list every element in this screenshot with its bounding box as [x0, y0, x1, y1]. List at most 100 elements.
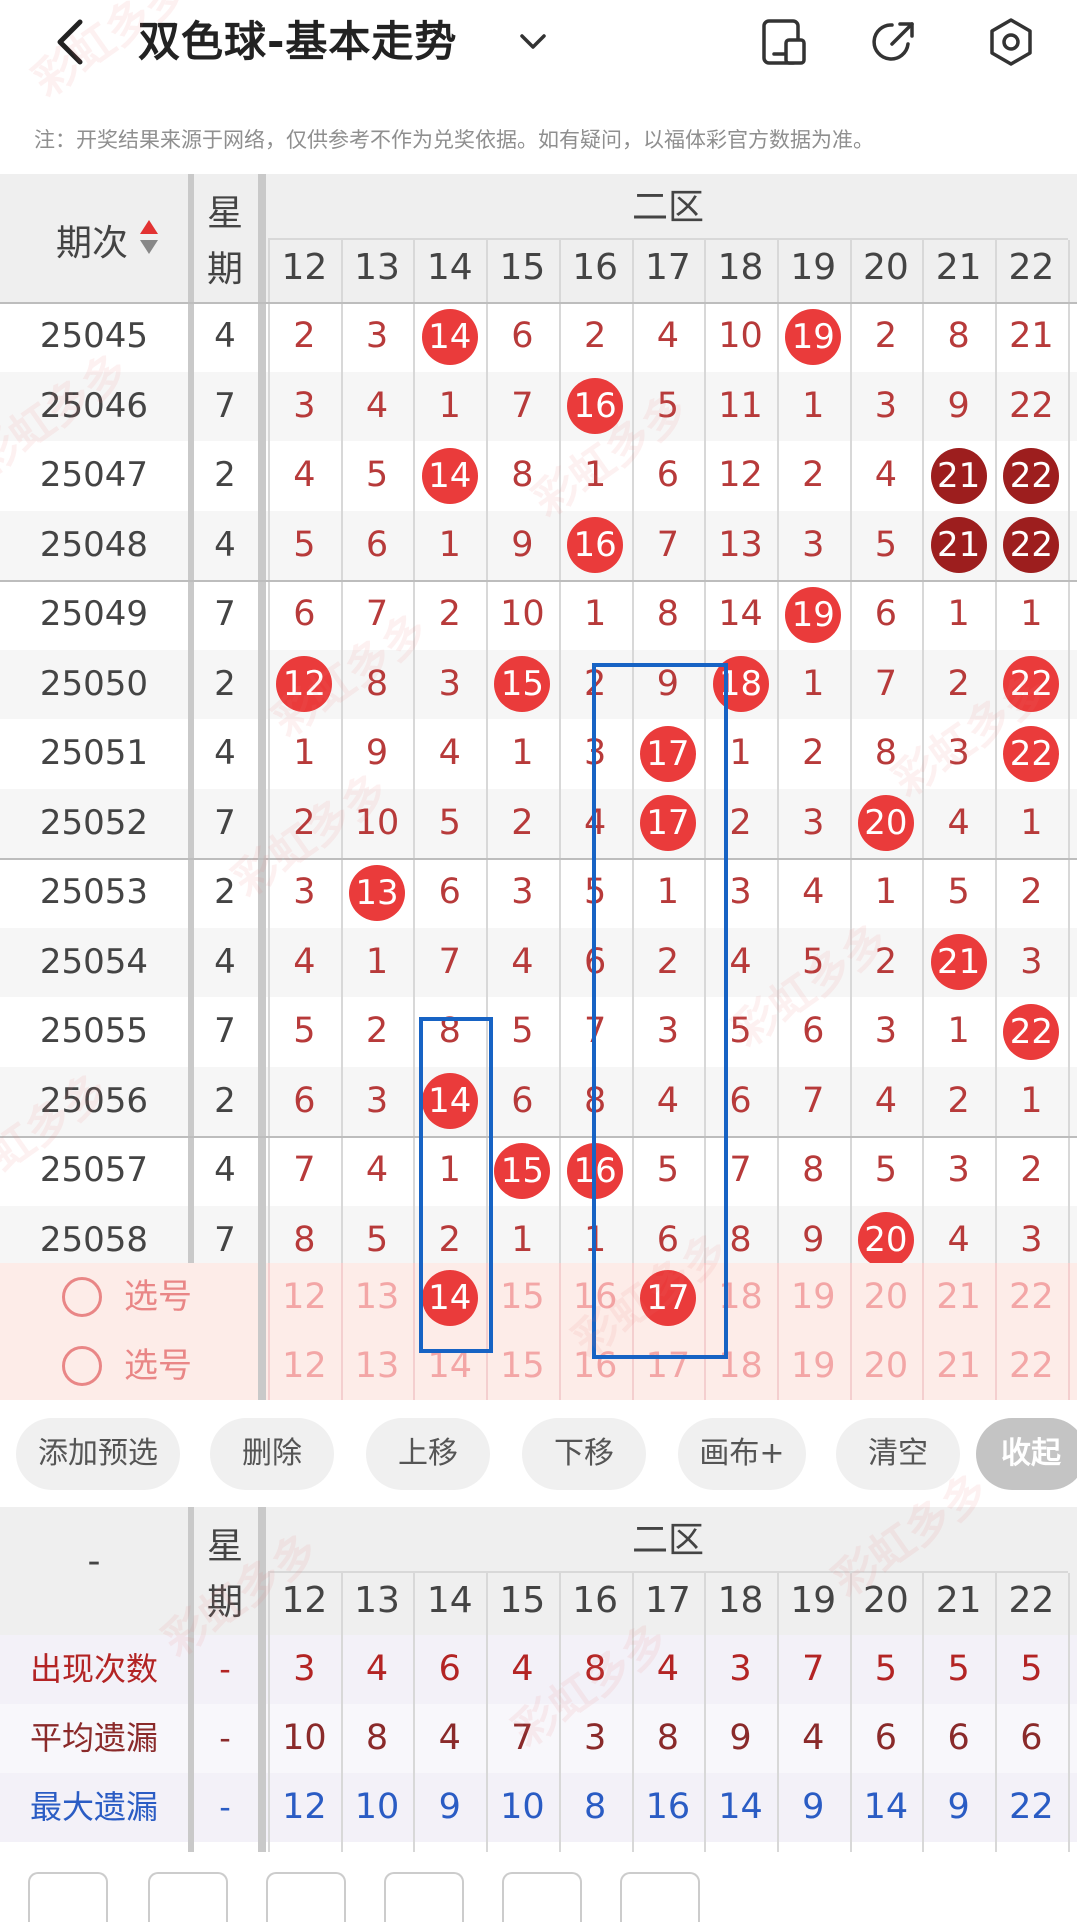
stats-cell: 4 — [802, 1718, 825, 1758]
omission-cell: 1 — [511, 733, 534, 773]
omission-cell: 1 — [293, 733, 316, 773]
omission-cell: 8 — [802, 1150, 825, 1190]
column-header-period[interactable]: 期次 — [0, 174, 188, 302]
stats-cell: 9 — [802, 1787, 825, 1827]
stats-cell: 5 — [874, 1649, 898, 1689]
stats-week-divider — [258, 1507, 266, 1852]
picker-number[interactable]: 21 — [922, 1332, 995, 1401]
omission-cell: 1 — [874, 872, 898, 912]
omission-cell: 21 — [1009, 316, 1054, 356]
toolbar-button-3[interactable]: 下移 — [522, 1418, 646, 1490]
mobile-view-icon[interactable] — [758, 16, 810, 68]
picker-divider — [340, 1263, 343, 1401]
omission-cell: 6 — [511, 1080, 534, 1121]
number-picker: 选号 12 13 14 15 16 17 18 19 20 21 22 选号 12 13 14 15 16 17 18… — [0, 1263, 1077, 1401]
omission-cell: 5 — [874, 524, 898, 565]
picker-radio-icon[interactable] — [62, 1346, 102, 1386]
picker-number[interactable]: 13 — [341, 1332, 414, 1401]
picker-number[interactable]: 22 — [995, 1332, 1068, 1401]
stats-week-top: 星 — [206, 1526, 243, 1567]
selection-box-col-14[interactable] — [419, 1017, 493, 1353]
week-cell: 4 — [214, 733, 236, 773]
picker-label[interactable]: 选号 — [124, 1332, 192, 1401]
selection-box-col-16-18[interactable] — [592, 663, 728, 1359]
omission-cell: 4 — [293, 941, 316, 982]
share-icon[interactable] — [868, 16, 920, 68]
stats-cell: 3 — [729, 1649, 752, 1689]
picker-number[interactable]: 12 — [268, 1263, 341, 1332]
picker-radio-icon[interactable] — [62, 1277, 102, 1317]
picker-number[interactable]: 20 — [850, 1332, 923, 1401]
toolbar-button-1[interactable]: 删除 — [210, 1418, 334, 1490]
picker-label[interactable]: 选号 — [124, 1263, 192, 1332]
chevron-down-icon[interactable] — [516, 26, 550, 56]
toolbar-button-2[interactable]: 上移 — [366, 1418, 490, 1490]
omission-cell: 1 — [802, 663, 825, 704]
picker-number[interactable]: 21 — [922, 1263, 995, 1332]
picker-number[interactable]: 19 — [777, 1332, 850, 1401]
period-cell: 25046 — [39, 385, 149, 426]
drawn-number-ball: 22 — [1003, 1003, 1060, 1060]
omission-cell: 5 — [438, 802, 461, 843]
week-cell: 7 — [214, 802, 236, 843]
omission-cell: 3 — [874, 1011, 898, 1051]
stats-week-cell: - — [219, 1788, 231, 1826]
picker-number[interactable]: 22 — [995, 1263, 1068, 1332]
omission-cell: 7 — [874, 663, 898, 704]
period-cell: 25054 — [39, 941, 149, 982]
omission-cell: 2 — [1020, 872, 1043, 912]
week-divider — [258, 174, 266, 1401]
toolbar-button-4[interactable]: 画布+ — [678, 1418, 806, 1490]
stats-cell: 12 — [282, 1787, 327, 1827]
omission-cell: 9 — [511, 524, 534, 565]
picker-number[interactable]: 15 — [486, 1332, 559, 1401]
stats-cell: 10 — [282, 1718, 327, 1758]
stats-column-header: 15 — [499, 1580, 546, 1621]
stats-week-cell: - — [219, 1650, 231, 1688]
omission-cell: 8 — [947, 316, 970, 356]
omission-cell: 4 — [511, 941, 534, 982]
column-header-number: 15 — [499, 247, 546, 288]
omission-cell: 13 — [718, 524, 763, 565]
period-cell: 25052 — [39, 802, 149, 843]
picker-number[interactable]: 20 — [850, 1263, 923, 1332]
toolbar-button-0[interactable]: 添加预选 — [16, 1418, 180, 1490]
column-header-number: 21 — [935, 247, 982, 288]
omission-cell: 6 — [293, 594, 316, 634]
omission-cell: 7 — [438, 941, 461, 982]
stats-column-header: 16 — [572, 1580, 619, 1621]
omission-cell: 3 — [1020, 941, 1043, 982]
stats-zone-header: 二区 — [631, 1520, 704, 1561]
omission-cell: 5 — [365, 455, 389, 495]
drawn-number-ball: 19 — [785, 586, 842, 643]
stats-cell: 8 — [365, 1718, 389, 1758]
omission-cell: 1 — [365, 941, 389, 982]
app-header: 双色球-基本走势 — [0, 0, 1077, 88]
omission-cell: 2 — [293, 802, 316, 843]
stats-divider — [268, 1573, 270, 1852]
column-divider — [776, 240, 779, 1401]
picker-number[interactable]: 15 — [486, 1263, 559, 1332]
column-header-number: 14 — [426, 247, 473, 288]
drawn-number-ball-dark: 21 — [930, 517, 987, 574]
picker-number[interactable]: 12 — [268, 1332, 341, 1401]
settings-icon[interactable] — [985, 16, 1037, 68]
collapse-button[interactable]: 收起 — [976, 1418, 1077, 1490]
omission-cell: 4 — [947, 802, 970, 843]
omission-cell: 1 — [584, 455, 607, 495]
picker-number[interactable]: 13 — [341, 1263, 414, 1332]
period-header-label: 期次 — [56, 223, 129, 264]
action-toolbar: 添加预选 删除 上移 下移 画布+ 清空 收起 — [0, 1400, 1077, 1500]
sort-arrows-icon[interactable] — [138, 218, 160, 258]
omission-cell: 9 — [947, 385, 970, 426]
drawing-tools-bar — [0, 1852, 1077, 1922]
toolbar-button-5[interactable]: 清空 — [836, 1418, 960, 1490]
picker-week-divider — [258, 1263, 266, 1401]
back-arrow-icon[interactable] — [48, 14, 98, 70]
picker-number[interactable]: 19 — [777, 1263, 850, 1332]
omission-cell: 6 — [656, 455, 679, 495]
column-header-number: 19 — [790, 247, 837, 288]
column-divider — [995, 240, 997, 1401]
page-title: 双色球-基本走势 — [138, 17, 458, 66]
stats-column-header: 19 — [790, 1580, 837, 1621]
